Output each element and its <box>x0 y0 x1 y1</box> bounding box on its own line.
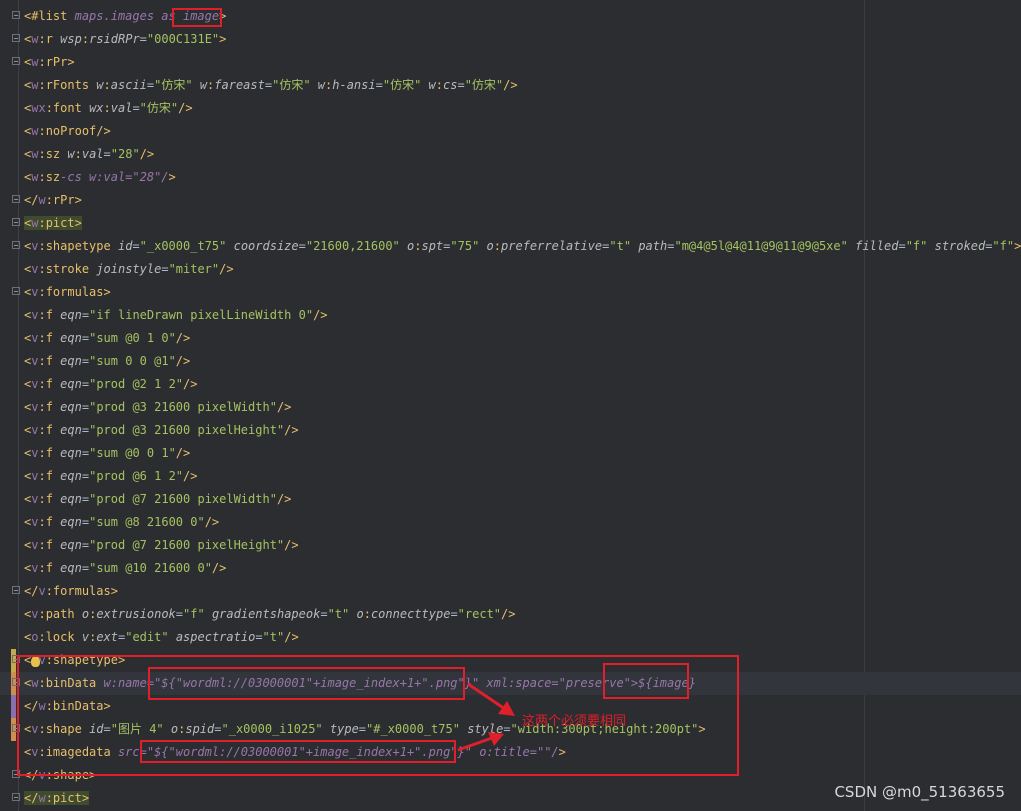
red-arrow-icon <box>457 682 515 752</box>
annotation-text: 这两个必须要相同 <box>522 714 627 729</box>
code-editor[interactable]: <#list maps.images as image> <w:r wsp:rsi… <box>0 0 1021 811</box>
watermark: CSDN @m0_51363655 <box>834 783 1005 801</box>
